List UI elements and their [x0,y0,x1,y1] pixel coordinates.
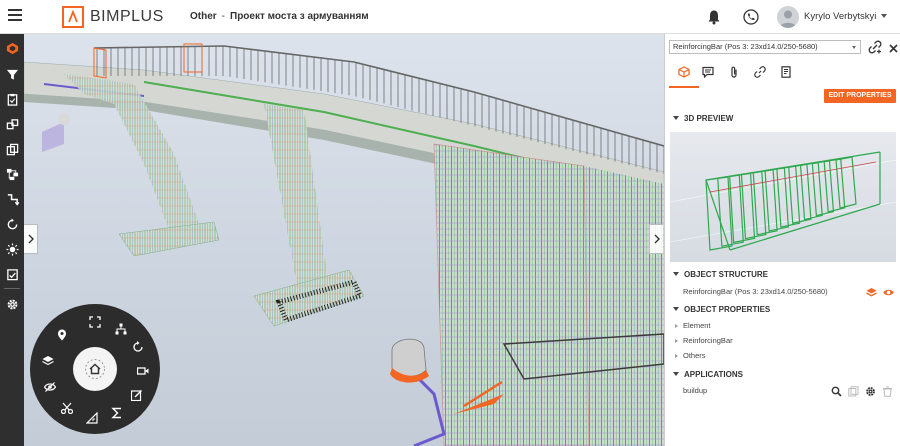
link-icon[interactable] [752,64,768,80]
cube-icon[interactable] [676,64,692,80]
breadcrumb-separator: - [221,11,226,22]
hierarchy-icon[interactable] [4,166,20,182]
user-avatar[interactable] [777,6,799,28]
layers-icon[interactable] [41,354,55,368]
eye-icon[interactable] [883,285,894,296]
object-structure-header[interactable]: OBJECT STRUCTURE [673,270,768,279]
rotate-icon[interactable] [131,340,145,354]
applications-header[interactable]: APPLICATIONS [673,370,743,379]
breadcrumb-model[interactable]: Проект моста з армуванням [230,11,369,22]
scissors-icon[interactable] [60,401,74,415]
trash-icon [882,384,893,397]
rebar-stirrup [811,159,835,217]
fullscreen-icon[interactable] [88,315,102,329]
visibility-icon[interactable] [43,380,57,394]
breadcrumb-project[interactable]: Other [190,11,217,22]
edit-icon[interactable] [130,388,144,402]
selected-object-dropdown[interactable]: ReinforcingBar (Pos 3: 23xd14.0/250-5680… [669,40,861,54]
bimplus-logo-mark [62,6,84,28]
3d-viewport[interactable] [24,34,664,446]
hamburger-menu-icon[interactable] [8,9,22,23]
chevron-down-icon [673,307,679,311]
network-icon[interactable] [114,322,128,336]
edit-properties-button[interactable]: EDIT PROPERTIES [824,89,896,103]
link-add-icon[interactable] [868,40,882,54]
logo-text: BIMPLUS [90,8,164,25]
sort-icon[interactable] [4,191,20,207]
document-icon[interactable] [778,64,794,80]
chevron-right-icon [675,324,678,328]
location-icon[interactable] [55,328,69,342]
gear-icon[interactable] [865,384,876,396]
toolbar-divider [4,288,20,289]
breadcrumb: Other - Проект моста з армуванням [190,11,369,22]
chevron-down-icon [852,46,856,49]
close-icon[interactable] [888,41,899,53]
duplicate-icon [848,384,859,397]
search-icon[interactable] [831,384,842,397]
rebar-stirrup [705,176,733,251]
preview-section-header[interactable]: 3D PREVIEW [673,114,733,123]
expand-left-panel-button[interactable] [24,224,38,254]
chevron-down-icon [673,372,679,376]
left-toolbar [0,34,24,446]
rebar-stirrup [788,163,812,225]
sun-icon[interactable] [4,241,20,257]
rebar-cage-preview [670,151,896,251]
bell-icon[interactable] [707,9,721,25]
application-item[interactable]: buildup [683,386,707,395]
chevron-down-icon [673,272,679,276]
rebar-stirrup [823,158,846,213]
property-group-element[interactable]: Element [675,321,711,330]
comment-icon[interactable] [700,64,716,80]
chevron-right-icon [675,339,678,343]
sigma-icon[interactable] [110,406,124,420]
layers-icon[interactable] [4,116,20,132]
clipboard-icon[interactable] [4,91,20,107]
copy-icon[interactable] [4,141,20,157]
video-icon[interactable] [136,364,150,378]
measure-icon[interactable] [85,411,99,425]
phone-support-icon[interactable] [743,9,759,25]
structure-item[interactable]: ReinforcingBar (Pos 3: 23xd14.0/250-5680… [683,287,828,296]
gear-icon[interactable] [4,296,20,312]
structure-title: OBJECT STRUCTURE [684,270,769,279]
rebar-stirrup [799,161,823,221]
radial-navigation-menu [30,304,160,434]
properties-panel: ReinforcingBar (Pos 3: 23xd14.0/250-5680… [664,34,900,446]
selected-object-label: ReinforcingBar (Pos 3: 23xd14.0/250-5680… [673,42,818,51]
object-properties-header[interactable]: OBJECT PROPERTIES [673,305,770,314]
rotate-icon[interactable] [4,216,20,232]
panel-tabs [665,62,900,84]
preview-title: 3D PREVIEW [684,114,734,123]
active-tab-indicator [669,86,699,88]
app-logo[interactable]: BIMPLUS [62,5,164,29]
layers-icon[interactable] [866,285,877,297]
top-bar: BIMPLUS Other - Проект моста з армуванням … [0,0,900,34]
chevron-down-icon [673,116,679,120]
home-icon[interactable] [73,347,117,391]
applications-title: APPLICATIONS [684,370,743,379]
bimplus-logo-icon[interactable] [4,40,20,56]
properties-title: OBJECT PROPERTIES [684,305,771,314]
attachment-icon[interactable] [726,64,742,80]
chevron-down-icon[interactable] [881,14,887,18]
checklist-icon[interactable] [4,266,20,282]
filter-icon[interactable] [4,66,20,82]
3d-preview-canvas[interactable] [670,132,896,262]
user-name[interactable]: Kyrylo Verbytskyi [804,11,876,22]
rebar-stirrup [835,156,857,209]
collapse-right-panel-button[interactable] [649,224,663,254]
property-group-reinforcingbar[interactable]: ReinforcingBar [675,336,733,345]
chevron-right-icon [675,354,678,358]
property-group-others[interactable]: Others [675,351,706,360]
